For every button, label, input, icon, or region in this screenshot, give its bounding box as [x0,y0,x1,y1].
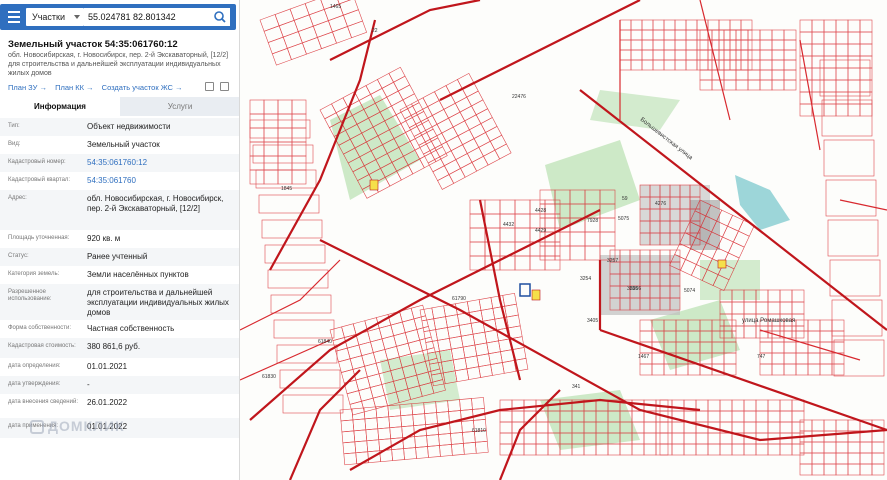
map-label: 7928 [587,218,598,224]
map-label: 61810 [472,428,486,434]
info-row: Вид: Земельный участок [0,136,239,154]
map-label: 59 [622,196,628,202]
search-icon [214,11,226,23]
info-row-value[interactable]: 54:35:061760 [87,176,237,186]
info-row-label: Тип: [8,123,20,129]
info-row-value: 26.01.2022 [87,398,128,407]
map-label: 22 [372,28,378,34]
info-row: Форма собственности: Частная собственност… [0,320,239,338]
map-label: 3257 [607,258,618,264]
search-bar: Участки [0,4,236,30]
info-row-value[interactable]: 54:35:061760:12 [87,158,237,168]
map-label: 341 [572,384,581,390]
info-row-label: дата определения: [8,363,61,369]
map-label: 4429 [535,228,546,234]
map-label: 1845 [281,186,292,192]
info-row: Площадь уточненная: 920 кв. м [0,230,239,248]
info-row: Кадастровая стоимость: 380 861,6 руб. [0,338,239,358]
info-row: Адрес: обл. Новосибирская, г. Новосибирск… [0,190,239,230]
info-row-value: Ранее учтенный [87,252,148,261]
map-label: 5075 [618,216,629,222]
map-label: 22476 [512,94,526,100]
tab-information[interactable]: Информация [0,97,120,116]
map-label: 3405 [587,318,598,324]
info-row-value: Объект недвижимости [87,122,171,131]
info-row-label: Разрешенное использование: [8,289,52,302]
map-label: 3254 [580,276,591,282]
info-row-label: Адрес: [8,195,27,201]
layer-select-label: Участки [32,12,65,22]
bookmark-icon[interactable] [220,82,229,91]
info-row-label: дата утверждения: [8,381,61,387]
info-row-value: - [87,380,90,389]
info-row: дата внесения сведений: 26.01.2022 [0,394,239,418]
info-row-label: дата внесения сведений: [8,399,78,405]
info-row: Статус: Ранее учтенный [0,248,239,266]
info-row-label: Вид: [8,141,21,147]
info-row-label: Статус: [8,253,29,259]
map-label: улица Ромашковая [742,318,795,324]
info-row: Кадастровый квартал: 54:35:061760 [0,172,239,190]
info-row-label: Кадастровый квартал: [8,177,71,183]
map-label: 1467 [638,354,649,360]
search-input[interactable] [84,8,210,26]
map-label: 61830 [262,374,276,380]
selected-parcel[interactable] [519,283,531,297]
info-row-value: 01.01.2021 [87,362,128,371]
info-row-value: для строительства и дальнейшей эксплуата… [87,288,229,317]
water-body [735,175,790,230]
print-icon[interactable] [204,82,214,91]
info-row: дата утверждения: - [0,376,239,394]
map-label: 5074 [684,288,695,294]
map-label: 4432 [503,222,514,228]
parcel-info-panel: Участки Земельный участок 54:35:061760:1… [0,0,240,480]
domclick-logo-icon [30,420,44,435]
info-row-value: Земли населённых пунктов [87,270,189,279]
info-row: дата определения: 01.01.2021 [0,358,239,376]
layer-select[interactable]: Участки [26,8,84,26]
plan-links: План ЗУ → План КК → Создать участок ЖС → [8,83,189,92]
map-label: 747 [757,354,766,360]
map-label: Большевистская улица [639,117,694,162]
map-label: 61840 [318,339,332,345]
info-row-label: Категория земель: [8,271,60,277]
info-row-label: Кадастровый номер: [8,159,66,165]
chevron-down-icon [74,15,80,19]
parcel-title: Земельный участок 54:35:061760:12 [8,39,178,50]
info-row: Категория земель: Земли населённых пункто… [0,266,239,284]
info-row-label: Кадастровая стоимость: [8,343,76,349]
watermark: ДОМКЛИК [30,418,125,435]
tool-icons [201,82,229,93]
link-plan-kk[interactable]: План КК → [55,83,94,92]
tabs: Информация Услуги [0,97,239,116]
map-label: 4428 [535,208,546,214]
map-label: 1465 [330,4,341,10]
info-row-value: 920 кв. м [87,234,121,243]
search-button[interactable] [210,8,230,26]
tab-services[interactable]: Услуги [120,97,239,116]
map-label: 61790 [452,296,466,302]
map-label: 4276 [655,201,666,207]
parcel-subtitle: обл. Новосибирская, г. Новосибирск, пер.… [8,52,229,77]
info-row-value: Частная собственность [87,324,175,333]
info-row-label: Форма собственности: [8,325,72,331]
map-label: 3256 [627,286,638,292]
info-row-value: 380 861,6 руб. [87,342,141,351]
info-row-label: Площадь уточненная: [8,235,70,241]
watermark-text: ДОМКЛИК [48,418,125,434]
menu-icon[interactable] [8,11,20,23]
info-row: Разрешенное использование: для строительс… [0,284,239,320]
info-row: Кадастровый номер: 54:35:061760:12 [0,154,239,172]
info-row-value: Земельный участок [87,140,160,149]
info-row-value: обл. Новосибирская, г. Новосибирск, пер.… [87,194,224,213]
link-create-parcel[interactable]: Создать участок ЖС → [102,83,183,92]
info-row: Тип: Объект недвижимости [0,118,239,136]
link-plan-zu[interactable]: План ЗУ → [8,83,47,92]
